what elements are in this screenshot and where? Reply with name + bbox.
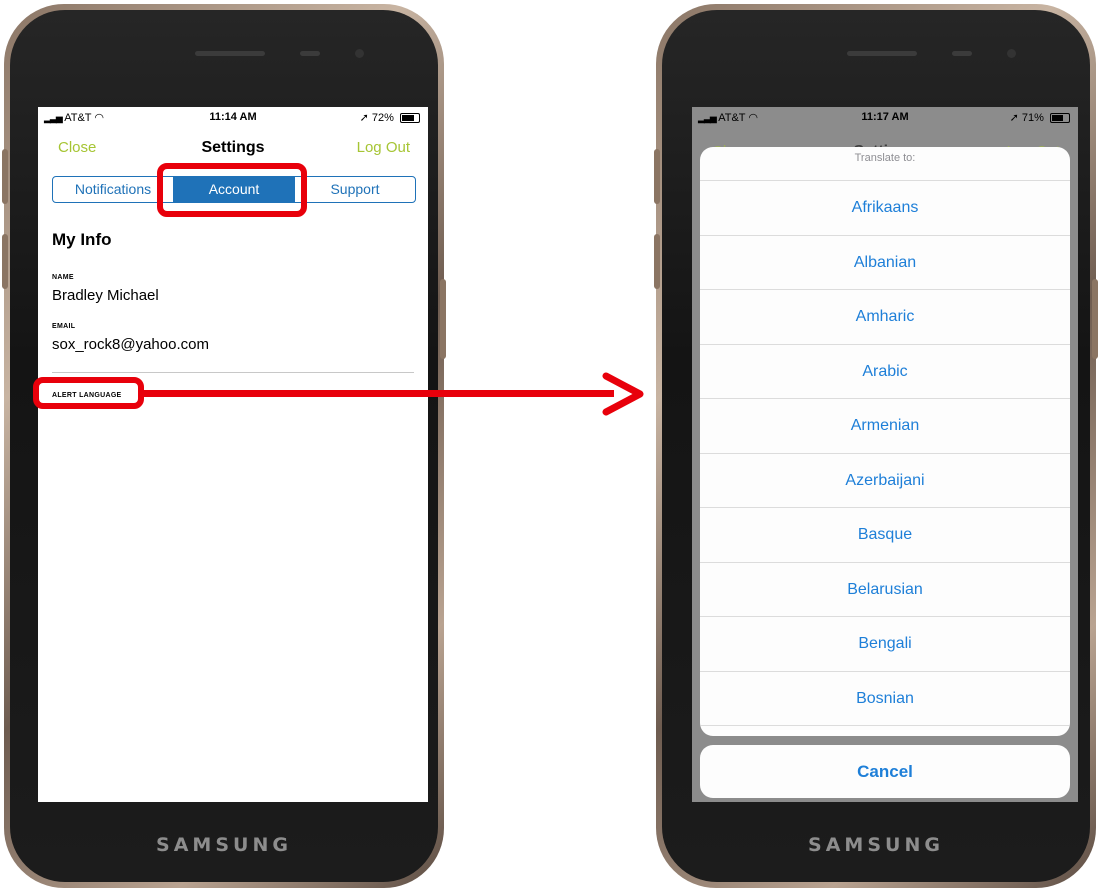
- tab-support[interactable]: Support: [295, 177, 415, 202]
- annotation-arrowhead-icon: [602, 372, 644, 416]
- left-phone: SAMSUNG ▂▃▅ AT&T ◠ 11:14 AM ➚ 72% Close …: [2, 4, 446, 888]
- battery-percent: 71%: [1021, 112, 1044, 124]
- volume-button: [654, 149, 660, 204]
- translate-action-sheet: Translate to: Afrikaans Albanian Amharic…: [700, 147, 1070, 736]
- status-bar: ▂▃▅ AT&T ◠ 11:14 AM ➚ 72%: [38, 107, 428, 129]
- earpiece-speaker: [195, 51, 265, 56]
- sensor: [952, 51, 972, 56]
- language-option[interactable]: Belarusian: [700, 563, 1070, 617]
- front-camera-icon: [1007, 49, 1016, 58]
- brand-logo: SAMSUNG: [808, 834, 944, 856]
- name-label: NAME: [52, 274, 74, 281]
- language-option[interactable]: Armenian: [700, 399, 1070, 454]
- log-out-button[interactable]: Log Out: [357, 139, 410, 156]
- right-phone: SAMSUNG ▂▃▅ AT&T ◠ 11:17 AM ➚ 71% Close …: [654, 4, 1098, 888]
- battery-indicator: ➚ 72%: [360, 111, 420, 124]
- email-label: EMAIL: [52, 323, 76, 330]
- front-camera-icon: [355, 49, 364, 58]
- alert-language-highlight: [33, 377, 144, 409]
- sensor: [300, 51, 320, 56]
- name-value: Bradley Michael: [52, 287, 159, 304]
- location-icon: ➚: [1009, 112, 1019, 124]
- language-option[interactable]: Basque: [700, 508, 1070, 563]
- language-option[interactable]: Albanian: [700, 236, 1070, 290]
- status-bar: ▂▃▅ AT&T ◠ 11:17 AM ➚ 71%: [692, 107, 1078, 129]
- battery-icon: [1050, 113, 1070, 124]
- power-button: [440, 279, 446, 359]
- battery-percent: 72%: [371, 112, 394, 124]
- language-option[interactable]: Bosnian: [700, 672, 1070, 726]
- tab-notifications[interactable]: Notifications: [53, 177, 174, 202]
- cancel-button[interactable]: Cancel: [700, 745, 1070, 798]
- battery-indicator: ➚ 71%: [1010, 111, 1070, 124]
- power-button: [1092, 279, 1098, 359]
- volume-button: [654, 234, 660, 289]
- divider: [52, 372, 414, 373]
- translate-screen: ▂▃▅ AT&T ◠ 11:17 AM ➚ 71% Close Settings…: [692, 107, 1078, 802]
- language-option[interactable]: Azerbaijani: [700, 454, 1070, 508]
- sheet-title: Translate to:: [700, 147, 1070, 181]
- email-value: sox_rock8@yahoo.com: [52, 336, 209, 353]
- volume-button: [2, 149, 8, 204]
- annotation-arrow-line: [144, 390, 614, 397]
- earpiece-speaker: [847, 51, 917, 56]
- battery-icon: [400, 113, 420, 124]
- language-option[interactable]: Bengali: [700, 617, 1070, 672]
- volume-button: [2, 234, 8, 289]
- brand-logo: SAMSUNG: [156, 834, 292, 856]
- location-icon: ➚: [359, 112, 369, 124]
- battery-fill: [1052, 115, 1064, 122]
- section-title: My Info: [52, 230, 112, 249]
- battery-fill: [402, 115, 414, 122]
- language-option[interactable]: Amharic: [700, 290, 1070, 345]
- language-option[interactable]: Afrikaans: [700, 181, 1070, 236]
- language-option[interactable]: Arabic: [700, 345, 1070, 399]
- account-tab-highlight: [157, 163, 307, 217]
